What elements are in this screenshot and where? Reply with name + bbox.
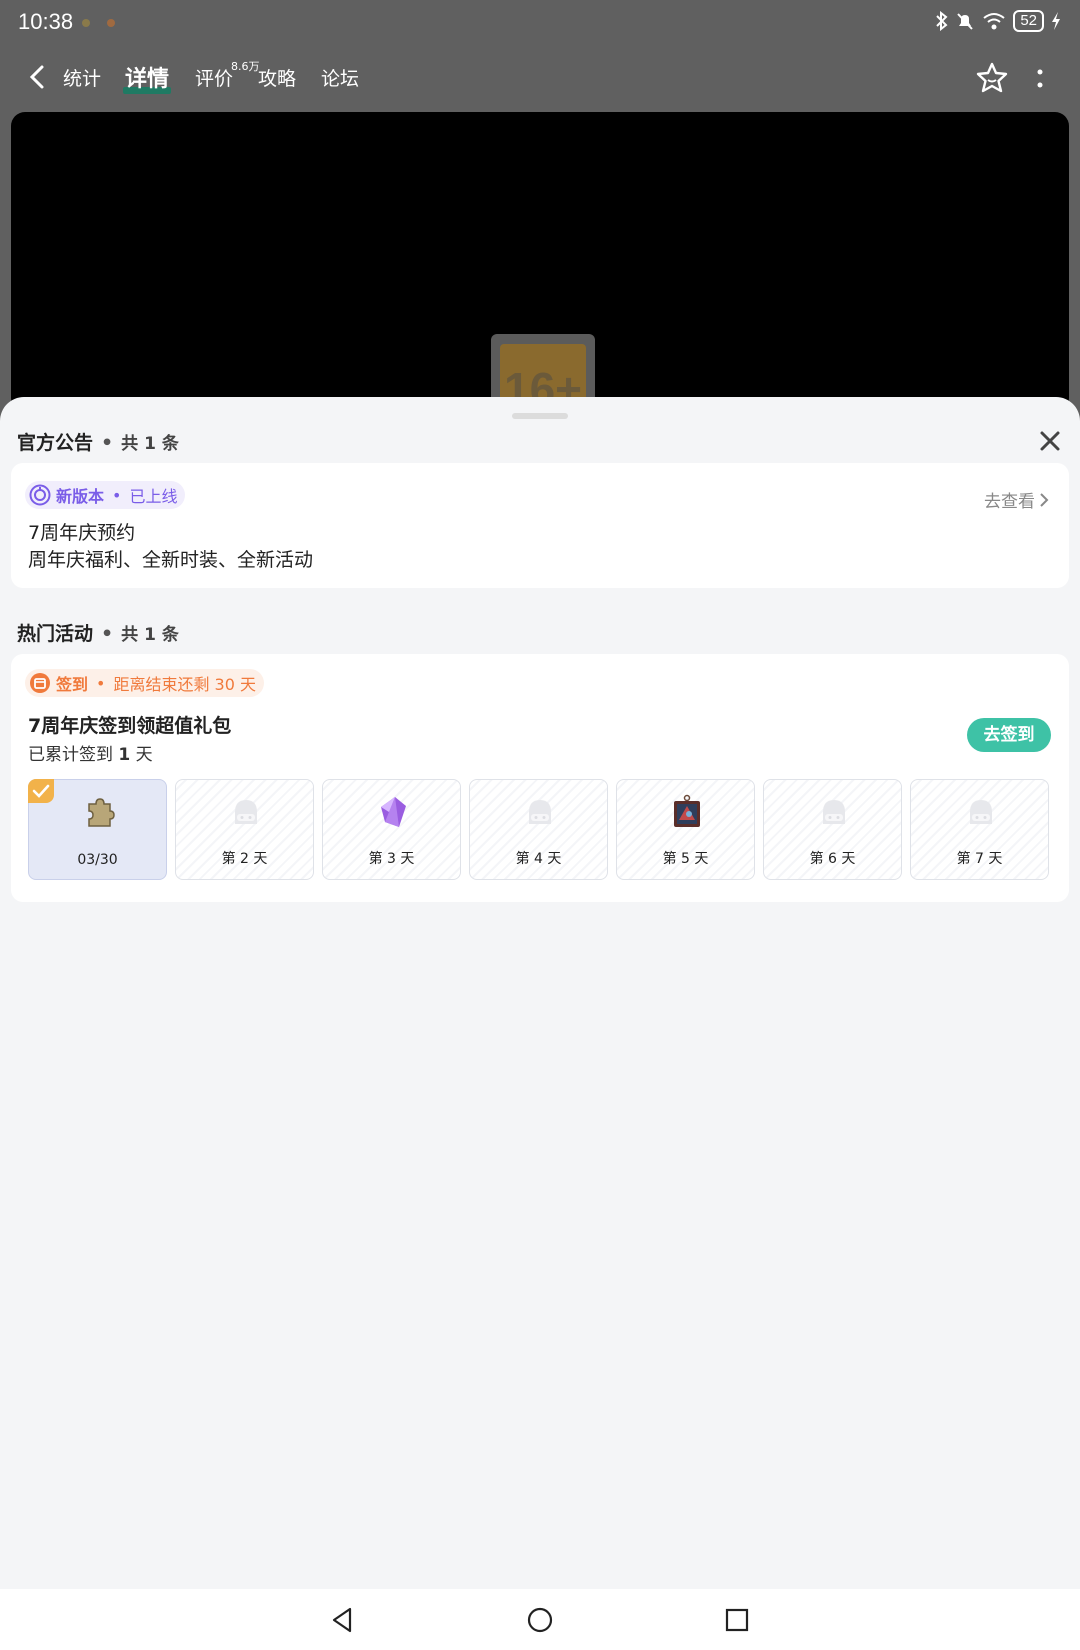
charging-icon [1052, 12, 1060, 30]
signin-day-2[interactable]: 第 2 天 [175, 779, 314, 880]
bottom-sheet: 官方公告 • 共 1 条 新版本 • 已上线 去查看 7周年庆预约 周年庆福利、全新… [0, 397, 1080, 1589]
notification-dot-icon [82, 19, 90, 27]
announcements-title: 官方公告 [17, 432, 94, 454]
bluetooth-icon [936, 11, 948, 31]
notification-dot-icon [107, 19, 115, 27]
tab-forum[interactable]: 论坛 [321, 64, 359, 91]
progress-prefix: 已累计签到 [28, 745, 113, 765]
top-nav: 统计 详情 评价 8.6万 攻略 论坛 [0, 58, 1080, 98]
announcement-line2: 周年庆福利、全新时装、全新活动 [28, 549, 314, 571]
announcements-header: 官方公告 • 共 1 条 [17, 432, 179, 454]
tab-stats[interactable]: 统计 [63, 64, 101, 91]
video-player[interactable]: 16+ [11, 112, 1069, 412]
chevron-right-icon [1040, 492, 1049, 507]
signin-days-row: 03/30 第 2 天 第 3 天 第 4 天 第 5 天 第 6 天 第 7 … [28, 779, 1049, 880]
tag-label: 签到 [56, 675, 89, 694]
purple-crystal-icon [381, 797, 406, 827]
signin-button[interactable]: 去签到 [967, 718, 1051, 752]
tab-details[interactable]: 详情 [125, 61, 169, 93]
close-icon[interactable] [1036, 427, 1064, 455]
day-label: 第 6 天 [809, 851, 856, 867]
announcements-count: 共 1 条 [121, 434, 179, 454]
nav-back-icon[interactable] [326, 1604, 358, 1636]
progress-suffix: 天 [135, 745, 153, 765]
day-label: 第 2 天 [221, 851, 268, 867]
puzzle-icon [88, 798, 115, 827]
progress-value: 1 [118, 745, 131, 765]
calendar-icon [30, 673, 50, 693]
tab-guides[interactable]: 攻略 [258, 64, 296, 91]
wifi-icon [983, 13, 1005, 30]
back-arrow-icon[interactable] [24, 62, 52, 92]
day-label: 第 5 天 [662, 851, 709, 867]
go-view-label: 去查看 [984, 492, 1035, 512]
locked-gift-icon [529, 800, 551, 824]
mute-bell-icon [957, 13, 974, 30]
status-bar: 10:38 52 [0, 0, 1080, 48]
activities-title: 热门活动 [17, 623, 94, 645]
review-count-badge: 8.6万 [231, 60, 260, 73]
status-time: 10:38 [18, 9, 74, 34]
activity-card[interactable]: 签到 • 距离结束还剩 30 天 7周年庆签到领超值礼包 已累计签到 1 天 去… [11, 654, 1069, 902]
signin-day-5[interactable]: 第 5 天 [616, 779, 755, 880]
battery-indicator: 52 [1013, 10, 1044, 32]
tab-reviews[interactable]: 评价 [195, 64, 233, 91]
locked-gift-icon [823, 800, 845, 824]
signin-day-3[interactable]: 第 3 天 [322, 779, 461, 880]
activity-title: 7周年庆签到领超值礼包 [28, 715, 232, 737]
checkmark-icon [32, 784, 50, 798]
favorite-star-icon[interactable] [975, 61, 1009, 95]
more-options-icon[interactable] [1030, 65, 1050, 93]
signin-progress: 已累计签到 1 天 [28, 740, 153, 765]
day-label: 第 3 天 [368, 851, 415, 867]
nav-recents-icon[interactable] [721, 1604, 753, 1636]
system-nav-bar [0, 1589, 1080, 1650]
signin-day-6[interactable]: 第 6 天 [763, 779, 902, 880]
day-label: 第 7 天 [956, 851, 1003, 867]
version-update-icon [29, 484, 51, 506]
nav-home-icon[interactable] [524, 1604, 556, 1636]
sheet-drag-handle[interactable] [512, 413, 568, 419]
signin-tag: 签到 • 距离结束还剩 30 天 [25, 669, 264, 697]
activities-count: 共 1 条 [121, 625, 179, 645]
announcement-card[interactable]: 新版本 • 已上线 去查看 7周年庆预约 周年庆福利、全新时装、全新活动 [11, 463, 1069, 588]
announcement-line1: 7周年庆预约 [28, 522, 136, 544]
activities-header: 热门活动 • 共 1 条 [17, 623, 179, 645]
tag-status: 已上线 [129, 487, 178, 506]
signin-day-1[interactable]: 03/30 [28, 779, 167, 880]
day-label: 03/30 [77, 852, 118, 868]
signin-day-4[interactable]: 第 4 天 [469, 779, 608, 880]
checked-badge [28, 779, 54, 803]
locked-gift-icon [235, 800, 257, 824]
card-pendant-icon [674, 794, 700, 827]
status-icons: 52 [935, 10, 1062, 32]
signin-day-7[interactable]: 第 7 天 [910, 779, 1049, 880]
locked-gift-icon [970, 800, 992, 824]
go-view-link[interactable]: 去查看 [984, 487, 1049, 512]
tag-label: 新版本 [56, 487, 105, 506]
remaining-time: 距离结束还剩 30 天 [113, 675, 256, 694]
new-version-tag: 新版本 • 已上线 [25, 481, 186, 509]
day-label: 第 4 天 [515, 851, 562, 867]
